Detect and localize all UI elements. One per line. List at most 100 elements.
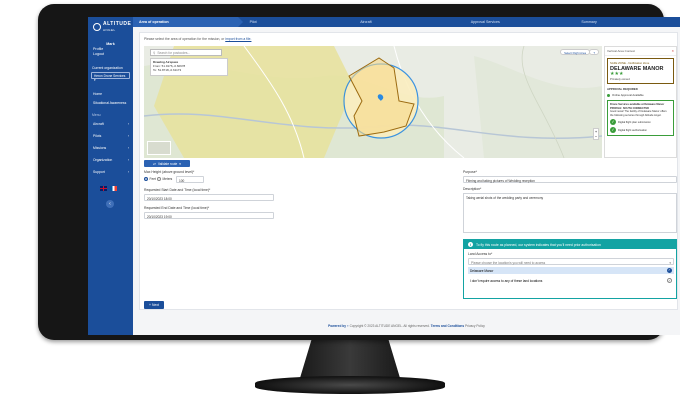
search-placeholder: Search for postcodes...	[157, 50, 191, 55]
monitor-bezel: ALTITUDE ANGEL Mark Profile Logout Curre…	[38, 4, 680, 340]
logo-icon	[93, 23, 101, 31]
step-pilot[interactable]: Pilot	[238, 17, 349, 27]
check-outline-icon: ✓	[667, 278, 672, 283]
sidebar-item-organization[interactable]: Organization ›	[93, 158, 129, 162]
description-label: Description*	[463, 187, 482, 191]
plus-icon: +	[149, 303, 151, 307]
end-time-input[interactable]: 20/10/2023 19:00	[144, 212, 274, 219]
instructions-text: Please select the area of operation for …	[144, 37, 225, 41]
check-icon: ✓	[610, 127, 616, 134]
select-placeholder: Please choose the location/s you will ne…	[471, 260, 546, 265]
monitor-stand-base	[255, 376, 445, 394]
step-aircraft[interactable]: Aircraft	[348, 17, 459, 27]
sidebar: ALTITUDE ANGEL Mark Profile Logout Curre…	[88, 17, 133, 335]
prior-authorisation-panel: i To fly this route as planned, our syste…	[463, 239, 677, 299]
sidebar-item-support[interactable]: Support ›	[93, 170, 129, 174]
online-approval: Online Approval Available	[605, 92, 676, 98]
info-icon: i	[468, 242, 473, 247]
step-area-of-operation[interactable]: Area of operation	[133, 17, 243, 27]
authorisation-header-text: To fly this route as planned, our system…	[476, 242, 601, 247]
service-item: ✓ Digital flight authorisation	[610, 127, 671, 134]
check-icon: ✓	[667, 268, 672, 273]
unit-feet-radio[interactable]: Feet	[144, 177, 156, 181]
search-icon: ⚲	[153, 50, 156, 55]
service-label: Digital flight plan submission	[618, 120, 651, 124]
uk-flag-icon[interactable]	[100, 186, 107, 191]
status-dot-icon	[607, 93, 610, 97]
sidebar-item-label: Aircraft	[93, 122, 104, 126]
purpose-input[interactable]: Filming and taking pictures of Wedding r…	[463, 176, 677, 183]
zone-card: SAFE ZONE - Notification Zone DELAWARE M…	[607, 58, 674, 84]
chevron-down-icon: ▾	[669, 260, 671, 265]
brand-logo[interactable]: ALTITUDE ANGEL	[93, 21, 131, 33]
option-label: I don't require access to any of these l…	[470, 278, 543, 283]
option-delaware-manor[interactable]: Delaware Manor ✓	[468, 267, 674, 274]
footer-logo-icon: ⌖	[346, 324, 349, 328]
privacy-link[interactable]: Privacy Policy	[465, 324, 485, 328]
fr-flag-icon[interactable]	[110, 186, 117, 191]
validate-route-button[interactable]: ⇄ Validate route ▾	[144, 160, 190, 167]
info-panel-header: Vertical Area Context ✕	[605, 47, 676, 56]
zoom-control[interactable]: + −	[593, 128, 599, 140]
map-help-button[interactable]: ?	[589, 49, 599, 55]
minimap[interactable]	[147, 141, 171, 155]
chevron-left-icon: ‹	[109, 201, 111, 207]
unit-metres-radio[interactable]: Meters	[157, 177, 172, 181]
check-icon: ✓	[610, 119, 616, 126]
chevron-right-icon: ›	[127, 134, 129, 138]
option-label: Delaware Manor	[470, 268, 494, 273]
brand-sub: ANGEL	[103, 28, 116, 32]
sidebar-item-label: Missions	[93, 146, 107, 150]
sidebar-item-situational-awareness[interactable]: Situational Awareness	[93, 101, 129, 105]
collapse-sidebar-button[interactable]: ‹	[106, 200, 114, 208]
description-textarea[interactable]: Taking aerial shots of the wedding party…	[463, 193, 677, 233]
max-height-input[interactable]: 100	[176, 176, 204, 183]
online-text: Online Approval Available	[612, 93, 644, 97]
copyright-text: Copyright © 2023 ALTITUDE ANGEL. All rig…	[349, 324, 430, 328]
drawing-airspace-card: Drawing Airspace From: 51.9176,-0.60978 …	[150, 58, 228, 76]
zone-sub: Privately owned	[610, 77, 630, 81]
sidebar-item-label: Home	[93, 92, 103, 96]
org-label: Current organization	[92, 66, 123, 70]
radio-off-icon	[157, 177, 161, 181]
app-screen: ALTITUDE ANGEL Mark Profile Logout Curre…	[88, 17, 680, 335]
import-file-link[interactable]: import from a file.	[225, 37, 251, 41]
menu-section-label: Menu	[92, 113, 101, 117]
services-text: Good news! The facility of Delaware Mano…	[610, 110, 667, 117]
chevron-right-icon: ›	[127, 122, 129, 126]
end-time-label: Requested End Date and Time (local time)…	[144, 206, 210, 210]
terms-link[interactable]: Terms and Conditions	[431, 324, 464, 328]
drone-services-box: Drone Services available at Delaware Man…	[607, 100, 674, 137]
purpose-label: Purpose*	[463, 170, 477, 174]
org-select-value: Heron Drone Services	[94, 74, 126, 78]
zoom-out-icon[interactable]: −	[594, 134, 598, 139]
sidebar-item-pilots[interactable]: Pilots ›	[93, 134, 129, 138]
start-time-input[interactable]: 20/10/2023 18:00	[144, 194, 274, 201]
postcode-search-input[interactable]: ⚲ Search for postcodes...	[150, 49, 222, 56]
airspace-info-panel: Vertical Area Context ✕ SAFE ZONE - Notif…	[604, 46, 677, 158]
sidebar-item-aircraft[interactable]: Aircraft ›	[93, 122, 129, 126]
map-view[interactable]: ⚲ Search for postcodes... Drawing Airspa…	[144, 46, 602, 158]
zone-type: SAFE ZONE - Notification Zone	[610, 61, 650, 65]
chevron-right-icon: ›	[127, 170, 129, 174]
sidebar-item-missions[interactable]: Missions ›	[93, 146, 129, 150]
step-summary[interactable]: Summary	[569, 17, 680, 27]
land-access-select[interactable]: Please choose the location/s you will ne…	[468, 258, 674, 265]
instructions: Please select the area of operation for …	[144, 37, 251, 41]
radio-on-icon	[144, 177, 148, 181]
result-to: To: 51.8718,-0.61173	[153, 68, 182, 73]
powered-by: Powered by	[328, 324, 347, 328]
select-flight-area-button[interactable]: Select Flight Area	[560, 49, 590, 55]
radio-label: Meters	[162, 177, 173, 181]
logout-link[interactable]: Logout	[93, 52, 128, 57]
close-icon[interactable]: ✕	[671, 49, 674, 53]
option-no-access[interactable]: I don't require access to any of these l…	[468, 277, 674, 284]
validate-label: Validate route	[157, 161, 178, 166]
next-label: Next	[152, 303, 159, 307]
authorisation-header: i To fly this route as planned, our syste…	[464, 240, 676, 249]
org-select[interactable]: Heron Drone Services ▾	[91, 72, 130, 82]
sidebar-item-home[interactable]: Home	[93, 92, 129, 96]
route-icon: ⇄	[153, 161, 156, 166]
step-approval-services[interactable]: Approval Services	[459, 17, 570, 27]
next-button[interactable]: + Next	[144, 301, 164, 309]
